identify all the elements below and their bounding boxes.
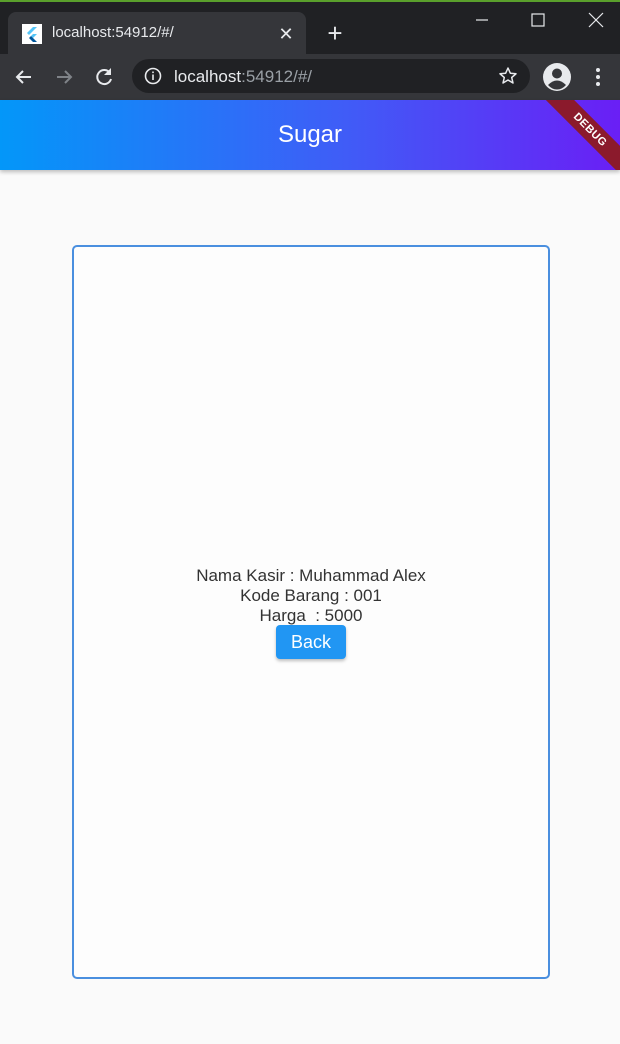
maximize-icon[interactable] bbox=[518, 10, 558, 32]
back-arrow-icon[interactable] bbox=[10, 63, 38, 91]
url-path: :54912/#/ bbox=[241, 67, 313, 86]
app-bar: Sugar DEBUG bbox=[0, 100, 620, 170]
browser-titlebar: localhost:54912/#/ ✕ + bbox=[0, 0, 620, 56]
address-bar[interactable]: localhost:54912/#/ bbox=[132, 59, 530, 93]
detail-info: Nama Kasir : Muhammad Alex Kode Barang :… bbox=[74, 566, 548, 626]
window-close-icon[interactable] bbox=[576, 10, 616, 32]
flutter-icon bbox=[22, 24, 42, 44]
detail-card: Nama Kasir : Muhammad Alex Kode Barang :… bbox=[72, 245, 550, 979]
browser-toolbar: localhost:54912/#/ bbox=[0, 54, 620, 100]
more-menu-icon[interactable] bbox=[586, 64, 610, 90]
app-title: Sugar bbox=[277, 121, 343, 148]
close-tab-icon[interactable]: ✕ bbox=[276, 24, 296, 44]
info-icon[interactable] bbox=[144, 67, 162, 85]
profile-avatar-icon[interactable] bbox=[542, 62, 572, 92]
browser-tab[interactable]: localhost:54912/#/ ✕ bbox=[8, 12, 306, 56]
minimize-icon[interactable] bbox=[462, 10, 502, 32]
url-text[interactable]: localhost:54912/#/ bbox=[174, 67, 312, 87]
item-code-text: Kode Barang : 001 bbox=[240, 586, 382, 605]
back-button[interactable]: Back bbox=[276, 625, 346, 659]
bookmark-star-icon[interactable] bbox=[498, 66, 518, 86]
price-text: Harga : 5000 bbox=[259, 606, 363, 625]
new-tab-icon[interactable]: + bbox=[322, 20, 348, 46]
reload-icon[interactable] bbox=[90, 63, 118, 91]
tab-title: localhost:54912/#/ bbox=[52, 24, 174, 41]
cashier-name-text: Nama Kasir : Muhammad Alex bbox=[196, 566, 426, 585]
url-host: localhost bbox=[174, 67, 242, 86]
forward-arrow-icon[interactable] bbox=[50, 63, 78, 91]
